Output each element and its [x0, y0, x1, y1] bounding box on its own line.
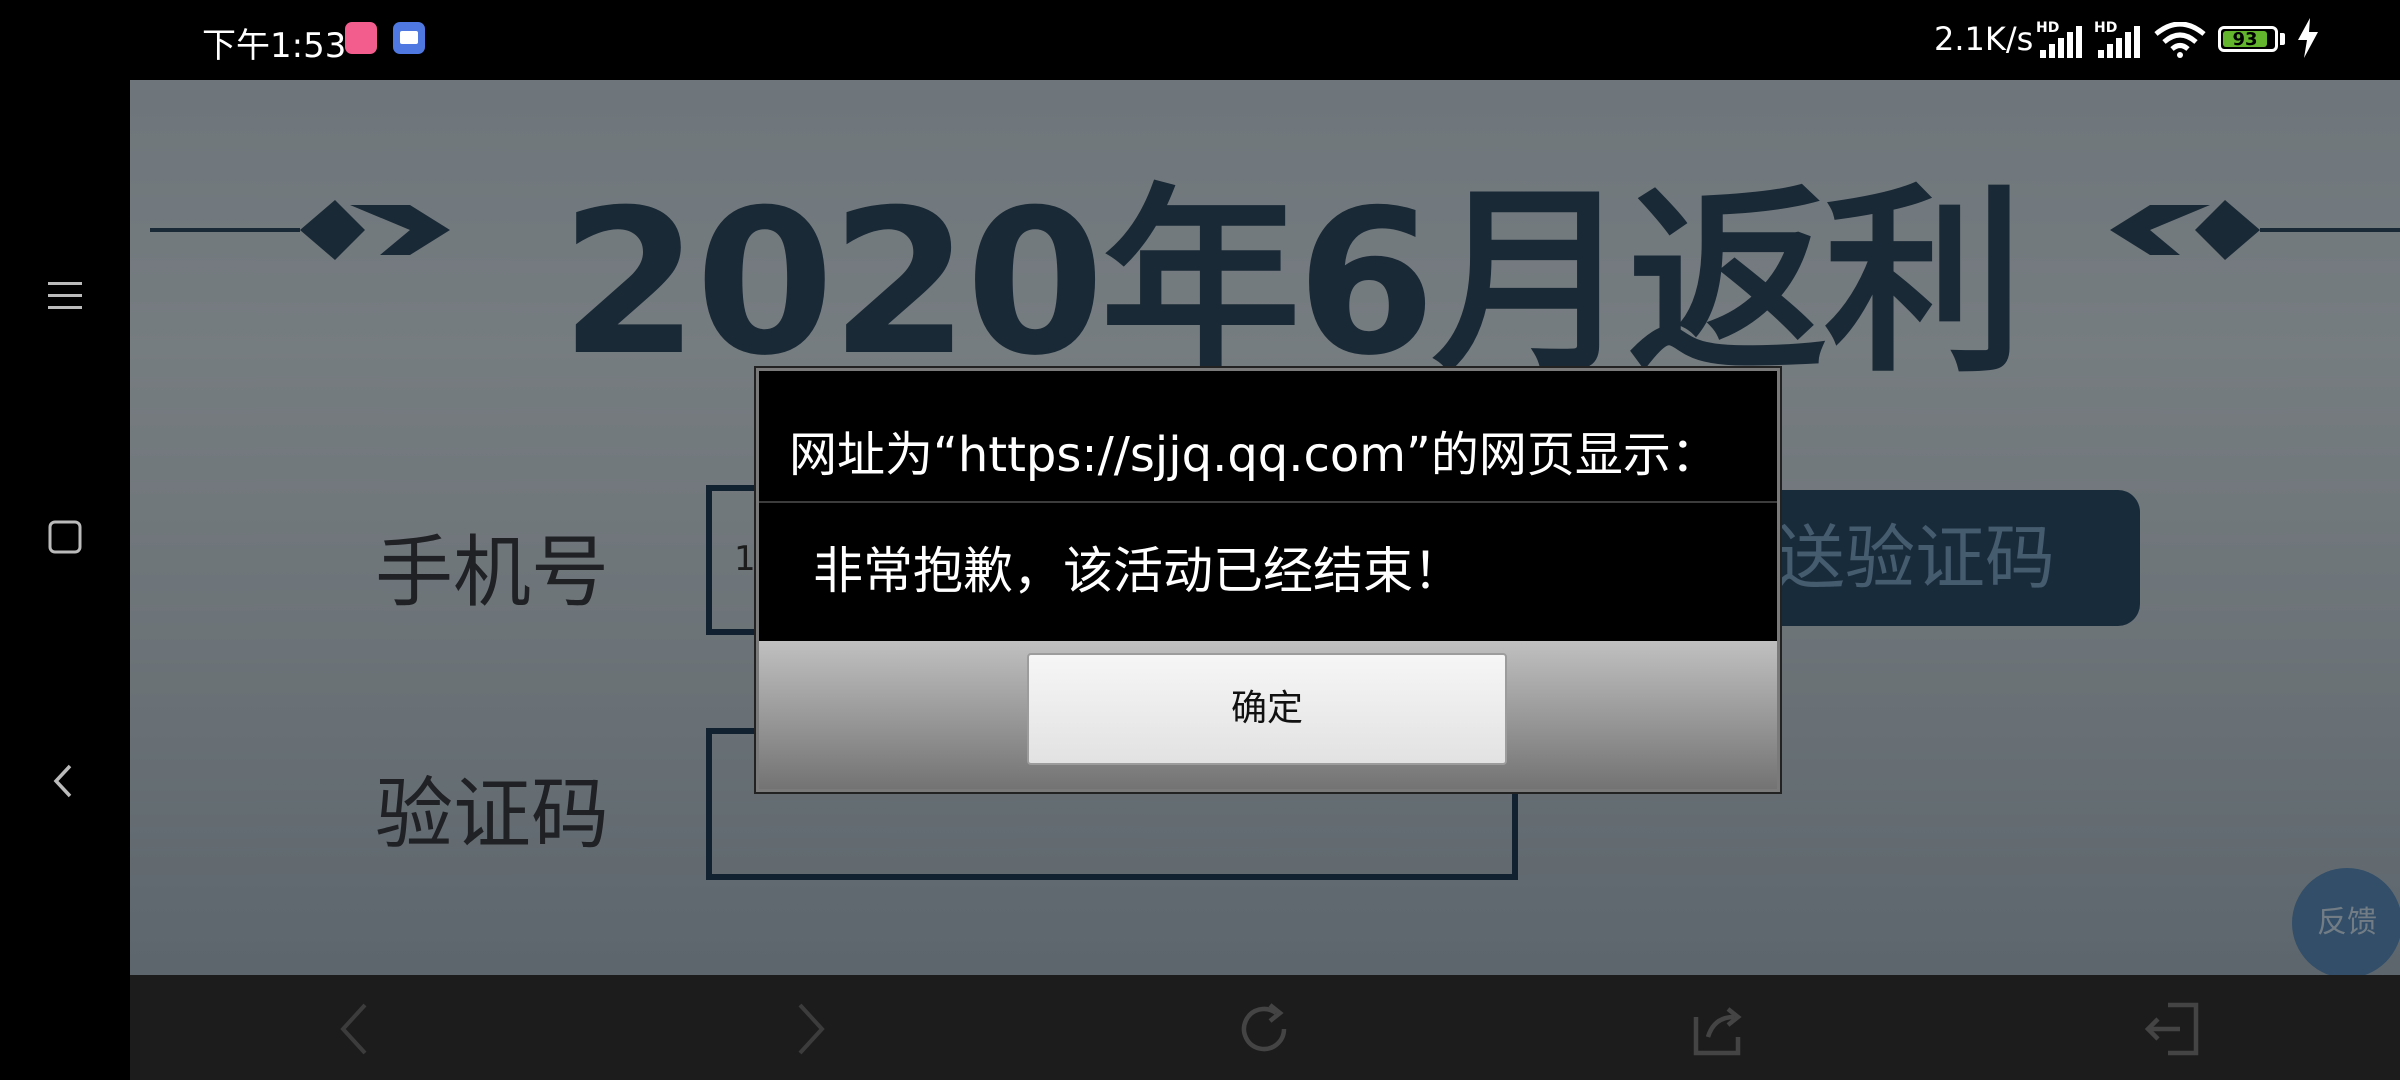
wifi-icon — [2154, 22, 2206, 58]
ok-button[interactable]: 确定 — [1027, 653, 1507, 765]
system-navigation-bar — [0, 80, 130, 1080]
network-speed: 2.1K/s — [1934, 20, 2034, 58]
signal-strength-icon-2: HD — [2094, 20, 2140, 58]
alert-dialog: 网址为“https://sjjq.qq.com”的网页显示： 非常抱歉，该活动已… — [756, 368, 1780, 792]
browser-toolbar — [130, 975, 2400, 1080]
browser-forward-icon[interactable] — [778, 997, 842, 1061]
battery-icon: 93 — [2218, 26, 2278, 52]
charging-icon — [2298, 18, 2318, 58]
back-icon[interactable] — [40, 756, 90, 806]
status-bar: 下午1:53 2.1K/s HD HD 93 — [0, 0, 2400, 80]
signal-strength-icon-1: HD — [2036, 20, 2082, 58]
browser-back-icon[interactable] — [325, 997, 389, 1061]
battery-level: 93 — [2223, 31, 2267, 49]
status-time: 下午1:53 — [202, 26, 347, 66]
exit-icon[interactable] — [2140, 997, 2204, 1061]
signal-hd-label: HD — [2094, 20, 2118, 36]
dialog-divider — [759, 501, 1777, 503]
dialog-button-bar: 确定 — [759, 641, 1777, 789]
dialog-title: 网址为“https://sjjq.qq.com”的网页显示： — [789, 427, 1719, 483]
home-square-icon[interactable] — [40, 512, 90, 562]
battery-tip — [2280, 33, 2285, 45]
refresh-icon[interactable] — [1232, 997, 1296, 1061]
signal-hd-label: HD — [2036, 20, 2060, 36]
dialog-message: 非常抱歉，该活动已经结束！ — [813, 542, 1463, 600]
bilibili-app-icon — [345, 22, 377, 54]
message-app-icon — [393, 22, 425, 54]
menu-icon[interactable] — [40, 270, 90, 320]
share-icon[interactable] — [1686, 997, 1750, 1061]
